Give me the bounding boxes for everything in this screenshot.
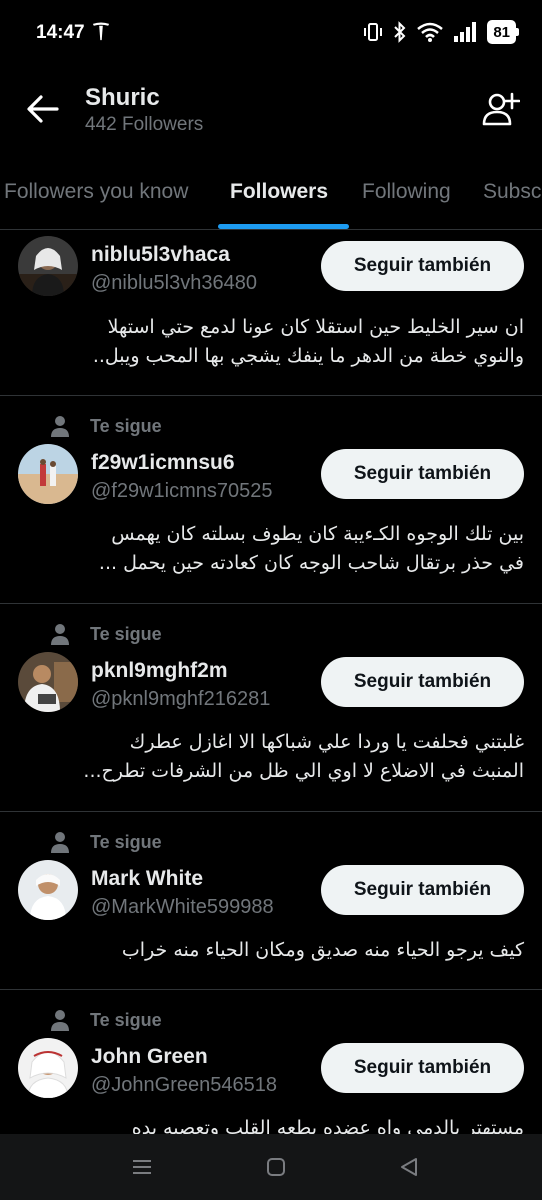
follow-back-button[interactable]: Seguir también	[321, 241, 524, 291]
wifi-icon	[417, 22, 444, 42]
tab-bar: Followers you know Followers Following S…	[0, 166, 542, 230]
user-bio: بين تلك الوجوه الكـءيبة كان يطوف بسلته ك…	[80, 520, 524, 578]
person-icon	[51, 624, 69, 645]
battery-icon: 81	[487, 20, 519, 44]
avatar[interactable]	[18, 860, 78, 920]
user-handle[interactable]: @niblu5l3vh36480	[91, 272, 257, 295]
follows-you-indicator: Te sigue	[48, 830, 162, 854]
user-name[interactable]: John Green	[91, 1045, 208, 1069]
battery-level: 81	[493, 23, 510, 41]
back-arrow-icon[interactable]	[24, 92, 62, 126]
user-name[interactable]: f29w1icmnsu6	[91, 451, 235, 475]
person-icon	[51, 416, 69, 437]
user-bio: غلبتني فحلفت يا وردا علي شباكها الا اغاز…	[80, 728, 524, 786]
bio-line: المنبث في الاضلاع لا اوي الي ظل من الشرف…	[83, 760, 524, 782]
list-item[interactable]: Te sigue f29w1icmnsu6 @f29w1icmns70525 S…	[0, 396, 542, 604]
follows-you-indicator: Te sigue	[48, 1008, 162, 1032]
active-tab-indicator	[218, 224, 349, 229]
profile-name: Shuric	[85, 84, 160, 111]
bio-line: بين تلك الوجوه الكـءيبة كان يطوف بسلته ك…	[111, 523, 524, 545]
profile-header: Shuric 442 Followers	[0, 66, 542, 166]
add-user-icon[interactable]	[482, 90, 520, 128]
profile-follower-count: 442 Followers	[85, 114, 204, 135]
list-item[interactable]: niblu5l3vhaca @niblu5l3vh36480 Seguir ta…	[0, 231, 542, 396]
bio-line: في حذر برتقال شاحب الوجه كان كعادته حين …	[98, 552, 524, 574]
follows-you-label: Te sigue	[90, 831, 162, 852]
bio-line: غلبتني فحلفت يا وردا علي شباكها الا اغاز…	[129, 731, 524, 753]
bio-line: والنوي خطة من الدهر ما ينفك يشجي بها الم…	[92, 345, 524, 367]
follow-back-button[interactable]: Seguir también	[321, 449, 524, 499]
user-name[interactable]: Mark White	[91, 867, 203, 891]
user-bio: كيف يرجو الحياء منه صديق ومكان الحياء من…	[80, 936, 524, 965]
follow-back-button[interactable]: Seguir también	[321, 1043, 524, 1093]
follows-you-indicator: Te sigue	[48, 414, 162, 438]
follows-you-label: Te sigue	[90, 623, 162, 644]
follow-back-button[interactable]: Seguir también	[321, 657, 524, 707]
user-bio: ان سير الخليط حين استقلا كان عونا لدمع ح…	[80, 313, 524, 371]
follow-back-button[interactable]: Seguir también	[321, 865, 524, 915]
tab-subscriptions[interactable]: Subsc	[483, 180, 541, 204]
person-icon	[51, 1010, 69, 1031]
status-bar: 14:47 81	[0, 0, 542, 66]
user-handle[interactable]: @MarkWhite599988	[91, 896, 274, 919]
user-name[interactable]: pknl9mghf2m	[91, 659, 228, 683]
user-name[interactable]: niblu5l3vhaca	[91, 243, 230, 267]
tab-followers-you-know[interactable]: Followers you know	[4, 180, 188, 204]
user-handle[interactable]: @pknl9mghf216281	[91, 688, 270, 711]
list-item[interactable]: Te sigue John Green @JohnGreen546518 Seg…	[0, 990, 542, 1134]
follows-you-label: Te sigue	[90, 415, 162, 436]
tesla-logo-icon	[92, 22, 110, 41]
status-icons: 81	[363, 20, 519, 44]
follows-you-indicator: Te sigue	[48, 622, 162, 646]
bluetooth-icon	[394, 21, 406, 43]
list-item[interactable]: Te sigue pknl9mghf2m @pknl9mghf216281 Se…	[0, 604, 542, 812]
recent-apps-icon[interactable]	[127, 1152, 157, 1182]
avatar[interactable]	[18, 652, 78, 712]
person-icon	[51, 832, 69, 853]
avatar[interactable]	[18, 1038, 78, 1098]
user-handle[interactable]: @f29w1icmns70525	[91, 480, 273, 503]
followers-list[interactable]: niblu5l3vhaca @niblu5l3vh36480 Seguir ta…	[0, 231, 542, 1134]
user-handle[interactable]: @JohnGreen546518	[91, 1074, 277, 1097]
bio-line: ان سير الخليط حين استقلا كان عونا لدمع ح…	[107, 316, 524, 338]
tab-following[interactable]: Following	[362, 180, 451, 204]
signal-icon	[454, 22, 477, 42]
avatar[interactable]	[18, 444, 78, 504]
bio-line: مستهتر بالدمي واه عضده بطعه القلب وتعصيه…	[131, 1117, 524, 1134]
list-item[interactable]: Te sigue Mark White @MarkWhite599988 Seg…	[0, 812, 542, 990]
follows-you-label: Te sigue	[90, 1009, 162, 1030]
tab-followers[interactable]: Followers	[230, 180, 328, 204]
status-time: 14:47	[36, 22, 85, 43]
bio-line: كيف يرجو الحياء منه صديق ومكان الحياء من…	[121, 939, 524, 961]
vibrate-icon	[364, 23, 383, 41]
back-nav-icon[interactable]	[394, 1152, 424, 1182]
system-navigation-bar	[0, 1134, 542, 1200]
home-icon[interactable]	[261, 1152, 291, 1182]
user-bio: مستهتر بالدمي واه عضده بطعه القلب وتعصيه…	[80, 1114, 524, 1134]
avatar[interactable]	[18, 236, 78, 296]
